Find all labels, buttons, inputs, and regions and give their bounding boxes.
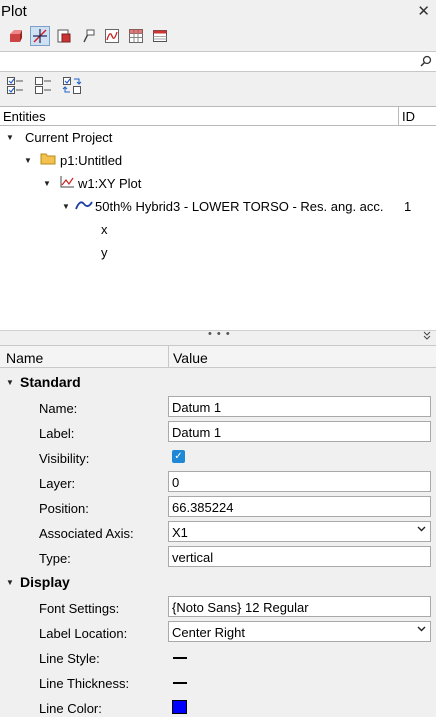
type-field[interactable]: vertical (168, 546, 431, 567)
prop-label-line-style: Line Style: (39, 651, 100, 666)
tree-node-window[interactable]: ▼ w1:XY Plot (43, 172, 141, 194)
tree-node-label: y (101, 244, 108, 260)
panel-titlebar: Plot ✕ (0, 0, 436, 24)
close-icon[interactable]: ✕ (417, 2, 430, 20)
associated-axis-select[interactable]: X1 (168, 521, 431, 542)
line-thickness-swatch[interactable] (173, 682, 187, 684)
expand-arrow-icon[interactable]: ▼ (6, 378, 20, 387)
page-layout-icon[interactable] (54, 26, 74, 46)
entities-tree: Entities ID ▼ Current Project ▼ p1:Untit… (0, 106, 436, 330)
tree-node-label: 50th% Hybrid3 - LOWER TORSO - Res. ang. … (95, 198, 384, 214)
swap-check-icon[interactable] (62, 76, 82, 97)
expand-arrow-icon[interactable]: ▼ (6, 133, 16, 142)
line-color-swatch[interactable] (172, 700, 187, 714)
tree-node-label: Current Project (25, 129, 113, 145)
plot-3d-icon[interactable] (6, 26, 26, 46)
label-location-select[interactable]: Center Right (168, 621, 431, 642)
tree-node-x[interactable]: x (101, 218, 108, 240)
section-standard[interactable]: ▼ Standard (6, 374, 81, 390)
property-editor: Name Value ▼ Standard Name: Datum 1 Labe… (0, 345, 436, 717)
expand-arrow-icon[interactable]: ▼ (6, 578, 20, 587)
expand-arrow-icon[interactable]: ▼ (62, 202, 72, 211)
tree-node-id: 1 (404, 198, 412, 214)
position-field[interactable]: 66.385224 (168, 496, 431, 517)
prop-label-type: Type: (39, 551, 71, 566)
chevron-down-icon[interactable] (417, 624, 426, 636)
expand-arrow-icon[interactable]: ▼ (43, 179, 53, 188)
prop-label-visibility: Visibility: (39, 451, 90, 466)
plot-toolbar (6, 26, 170, 48)
xy-plot-icon (59, 175, 75, 192)
panel-title: Plot (1, 3, 27, 20)
check-all-icon[interactable] (6, 76, 24, 97)
column-header-name[interactable]: Name (6, 350, 43, 366)
column-header-entities[interactable]: Entities (3, 109, 46, 124)
layer-field[interactable]: 0 (168, 471, 431, 492)
tree-node-label: x (101, 221, 108, 237)
prop-label-label-location: Label Location: (39, 626, 128, 641)
select-value: X1 (172, 525, 188, 540)
prop-label-line-color: Line Color: (39, 701, 102, 716)
tree-header: Entities ID (0, 107, 436, 126)
chevron-down-icon[interactable] (417, 524, 426, 536)
prop-label-name: Name: (39, 401, 78, 416)
prop-label-layer: Layer: (39, 476, 76, 491)
panel-splitter[interactable]: • • • (0, 328, 436, 344)
curve-icon (75, 199, 93, 214)
tree-node-label: w1:XY Plot (78, 175, 142, 191)
uncheck-all-icon[interactable] (34, 76, 52, 97)
line-style-swatch[interactable] (173, 657, 187, 659)
splitter-grip[interactable]: • • • (208, 328, 231, 340)
curve-chart-icon[interactable] (102, 26, 122, 46)
visibility-checkbox[interactable]: ✓ (172, 450, 185, 463)
prop-label-font-settings: Font Settings: (39, 601, 120, 616)
tree-node-project[interactable]: ▼ Current Project (6, 126, 112, 148)
folder-icon (40, 152, 56, 168)
table-view-icon[interactable] (150, 26, 170, 46)
tree-node-y[interactable]: y (101, 241, 108, 263)
datum-line-icon[interactable] (30, 26, 50, 46)
collapse-chevron-icon[interactable] (423, 331, 431, 343)
tree-toolbar (6, 76, 82, 97)
property-header: Name Value (0, 345, 436, 368)
prop-label-label: Label: (39, 426, 75, 441)
section-title: Standard (20, 374, 81, 390)
font-settings-field[interactable]: {Noto Sans} 12 Regular (168, 596, 431, 617)
name-field[interactable]: Datum 1 (168, 396, 431, 417)
select-value: Center Right (172, 625, 245, 640)
column-header-value[interactable]: Value (168, 346, 208, 367)
label-field[interactable]: Datum 1 (168, 421, 431, 442)
section-title: Display (20, 574, 70, 590)
prop-label-position: Position: (39, 501, 89, 516)
section-display[interactable]: ▼ Display (6, 574, 70, 590)
entity-search-bar (0, 51, 436, 72)
column-header-id[interactable]: ID (398, 107, 436, 126)
expand-arrow-icon[interactable]: ▼ (24, 156, 34, 165)
prop-label-associated-axis: Associated Axis: (39, 526, 134, 541)
table-grid-icon[interactable] (126, 26, 146, 46)
tree-node-curve[interactable]: ▼ 50th% Hybrid3 - LOWER TORSO - Res. ang… (62, 195, 432, 217)
search-input[interactable] (2, 54, 412, 69)
tree-node-page[interactable]: ▼ p1:Untitled (24, 149, 122, 171)
note-pin-icon[interactable] (78, 26, 98, 46)
search-icon[interactable] (420, 55, 432, 70)
prop-label-line-thickness: Line Thickness: (39, 676, 130, 691)
tree-node-label: p1:Untitled (60, 152, 123, 168)
